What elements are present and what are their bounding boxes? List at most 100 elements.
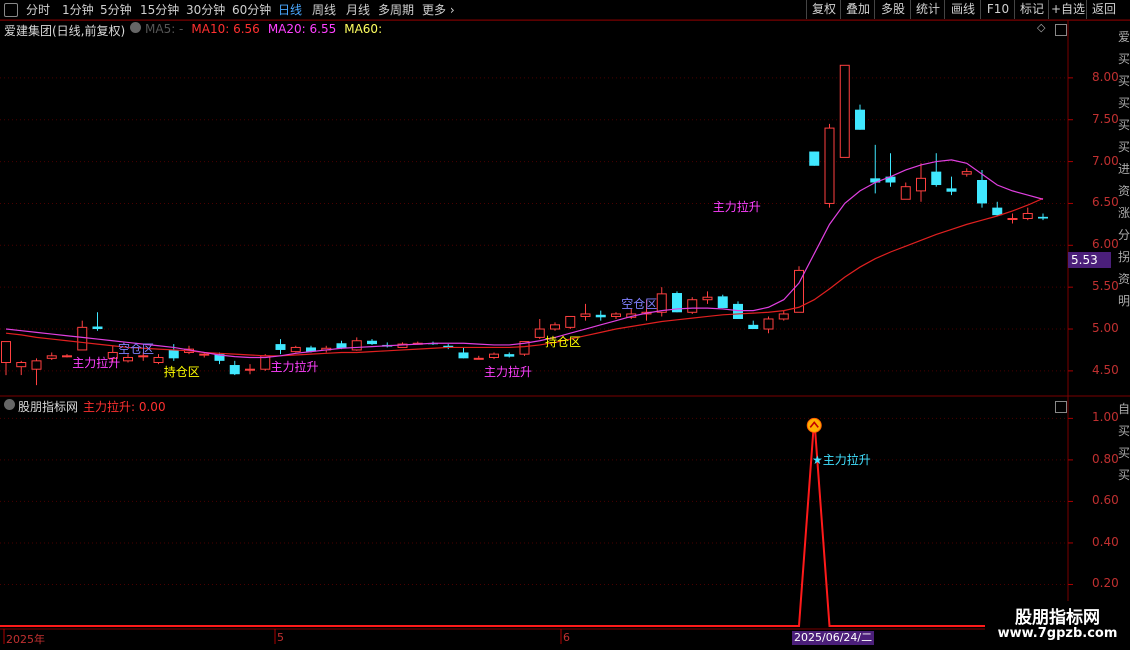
candle-body-down: [1038, 216, 1048, 219]
indicator-line: [0, 418, 1068, 627]
candle-body-up: [199, 353, 210, 356]
candle-body-down: [931, 171, 942, 186]
indicator-right-edge-text: 自买买买: [1118, 402, 1130, 482]
candle-body-up: [839, 64, 850, 158]
watermark-url: www.7gpzb.com: [997, 626, 1118, 641]
signal-label: 主力拉升: [72, 355, 121, 370]
indicator-title: 股朋指标网: [18, 400, 79, 414]
candle-body-down: [229, 365, 240, 375]
signal-label: 持仓区: [163, 364, 200, 379]
candle-body-up: [534, 328, 545, 338]
signal-label: 主力拉升: [712, 200, 761, 214]
indicator-value-label: 主力拉升: 0.00: [83, 400, 166, 414]
indicator-tick-label: 0.20: [1092, 576, 1119, 591]
indicator-window-icon[interactable]: [1055, 401, 1067, 413]
candle-body-up: [1022, 212, 1033, 220]
ma-legend-item: MA5: -: [145, 22, 184, 36]
price-tick-label: 6.00: [1092, 237, 1119, 252]
candle-body-up: [123, 356, 133, 362]
indicator-settings-icon[interactable]: [4, 399, 15, 410]
signal-label: 空仓区: [621, 296, 658, 311]
candle-body-up: [31, 360, 42, 370]
candle-body-down: [92, 326, 103, 330]
star-icon: ★: [812, 453, 823, 467]
x-tick-label: 5: [277, 631, 284, 644]
price-tick-label: 4.50: [1092, 362, 1119, 377]
candle-body-up: [77, 326, 88, 351]
candle-body-up: [290, 346, 301, 353]
candle-body-down: [748, 324, 759, 330]
candle-body-up: [1007, 218, 1018, 221]
candle-body-up: [778, 313, 789, 320]
kline-chart[interactable]: [0, 0, 1130, 650]
stock-title: 爱建集团(日线,前复权): [4, 24, 126, 38]
candle-body-up: [611, 313, 621, 317]
indicator-annotation-text: 主力拉升: [822, 453, 871, 467]
price-tick-label: 7.50: [1092, 111, 1119, 126]
last-price-tag: 5.53: [1068, 252, 1111, 268]
candle-body-up: [245, 368, 255, 371]
signal-label: 空仓区: [118, 342, 155, 357]
candle-body-down: [733, 303, 743, 319]
candle-body-up: [656, 293, 667, 313]
ma-legend-item: MA60:: [344, 22, 383, 36]
candle-body-up: [565, 315, 576, 328]
watermark: 股朋指标网 www.7gpzb.com: [985, 601, 1130, 650]
candle-body-down: [595, 314, 606, 318]
x-tick-label: 2025年: [6, 633, 45, 646]
candle-body-up: [702, 296, 713, 301]
candle-body-up: [961, 171, 972, 175]
candle-body-up: [687, 299, 698, 313]
candle-body-up: [62, 355, 72, 358]
candle-body-down: [992, 207, 1003, 216]
indicator-annotation: ★主力拉升: [812, 451, 871, 468]
candle-body-up: [824, 127, 835, 204]
price-tick-label: 6.50: [1092, 195, 1119, 210]
indicator-tick-label: 0.80: [1092, 451, 1119, 466]
candle-body-up: [580, 313, 591, 317]
candle-body-down: [855, 109, 865, 130]
indicator-tick-label: 0.40: [1092, 534, 1119, 549]
indicator-tick-label: 0.60: [1092, 493, 1119, 508]
peak-marker-icon: [806, 417, 822, 433]
candle-body-up: [900, 186, 911, 200]
price-tick-label: 7.00: [1092, 153, 1119, 168]
candle-body-up: [153, 356, 164, 364]
candle-body-up: [16, 362, 27, 368]
candle-body-up: [351, 340, 362, 351]
ma-legend: MA5: - MA10: 6.56 MA20: 6.55 MA60:: [145, 22, 390, 36]
x-tick-label: 6: [563, 631, 570, 644]
price-tick-label: 5.00: [1092, 321, 1119, 336]
price-tick-label: 8.00: [1092, 69, 1119, 84]
signal-label: 主力拉升: [484, 365, 533, 380]
candle-body-up: [916, 177, 926, 192]
cursor-date-tag: 2025/06/24/二: [792, 631, 874, 645]
diamond-icon[interactable]: ◇: [1037, 21, 1045, 34]
price-tick-label: 5.50: [1092, 279, 1119, 294]
candle-body-down: [504, 354, 515, 357]
candle-body-down: [946, 188, 957, 192]
watermark-title: 股朋指标网: [1015, 608, 1100, 628]
ma20-line: [5, 159, 1044, 359]
signal-label: 持仓区: [545, 334, 582, 349]
settings-circle-icon[interactable]: [130, 22, 141, 33]
candle-body-down: [367, 340, 377, 345]
candle-body-up: [1, 341, 11, 364]
signal-label: 主力拉升: [270, 360, 319, 375]
candle-body-up: [489, 353, 499, 358]
ma10-line: [5, 197, 1044, 357]
right-edge-text: 爱买买买买买进资涨分拐资明: [1118, 30, 1130, 308]
candle-body-down: [168, 349, 179, 359]
candle-body-down: [458, 352, 469, 359]
candle-body-up: [550, 324, 560, 330]
candle-body-down: [275, 344, 286, 350]
indicator-tick-label: 1.00: [1092, 410, 1119, 425]
window-square-icon[interactable]: [1055, 24, 1067, 36]
ma-legend-item: MA10: 6.56: [191, 22, 260, 36]
candle-body-down: [977, 180, 987, 204]
candle-body-up: [763, 318, 774, 330]
candle-body-down: [809, 151, 820, 166]
candle-body-up: [473, 357, 484, 360]
candle-body-down: [717, 296, 728, 309]
candle-body-up: [46, 355, 57, 359]
